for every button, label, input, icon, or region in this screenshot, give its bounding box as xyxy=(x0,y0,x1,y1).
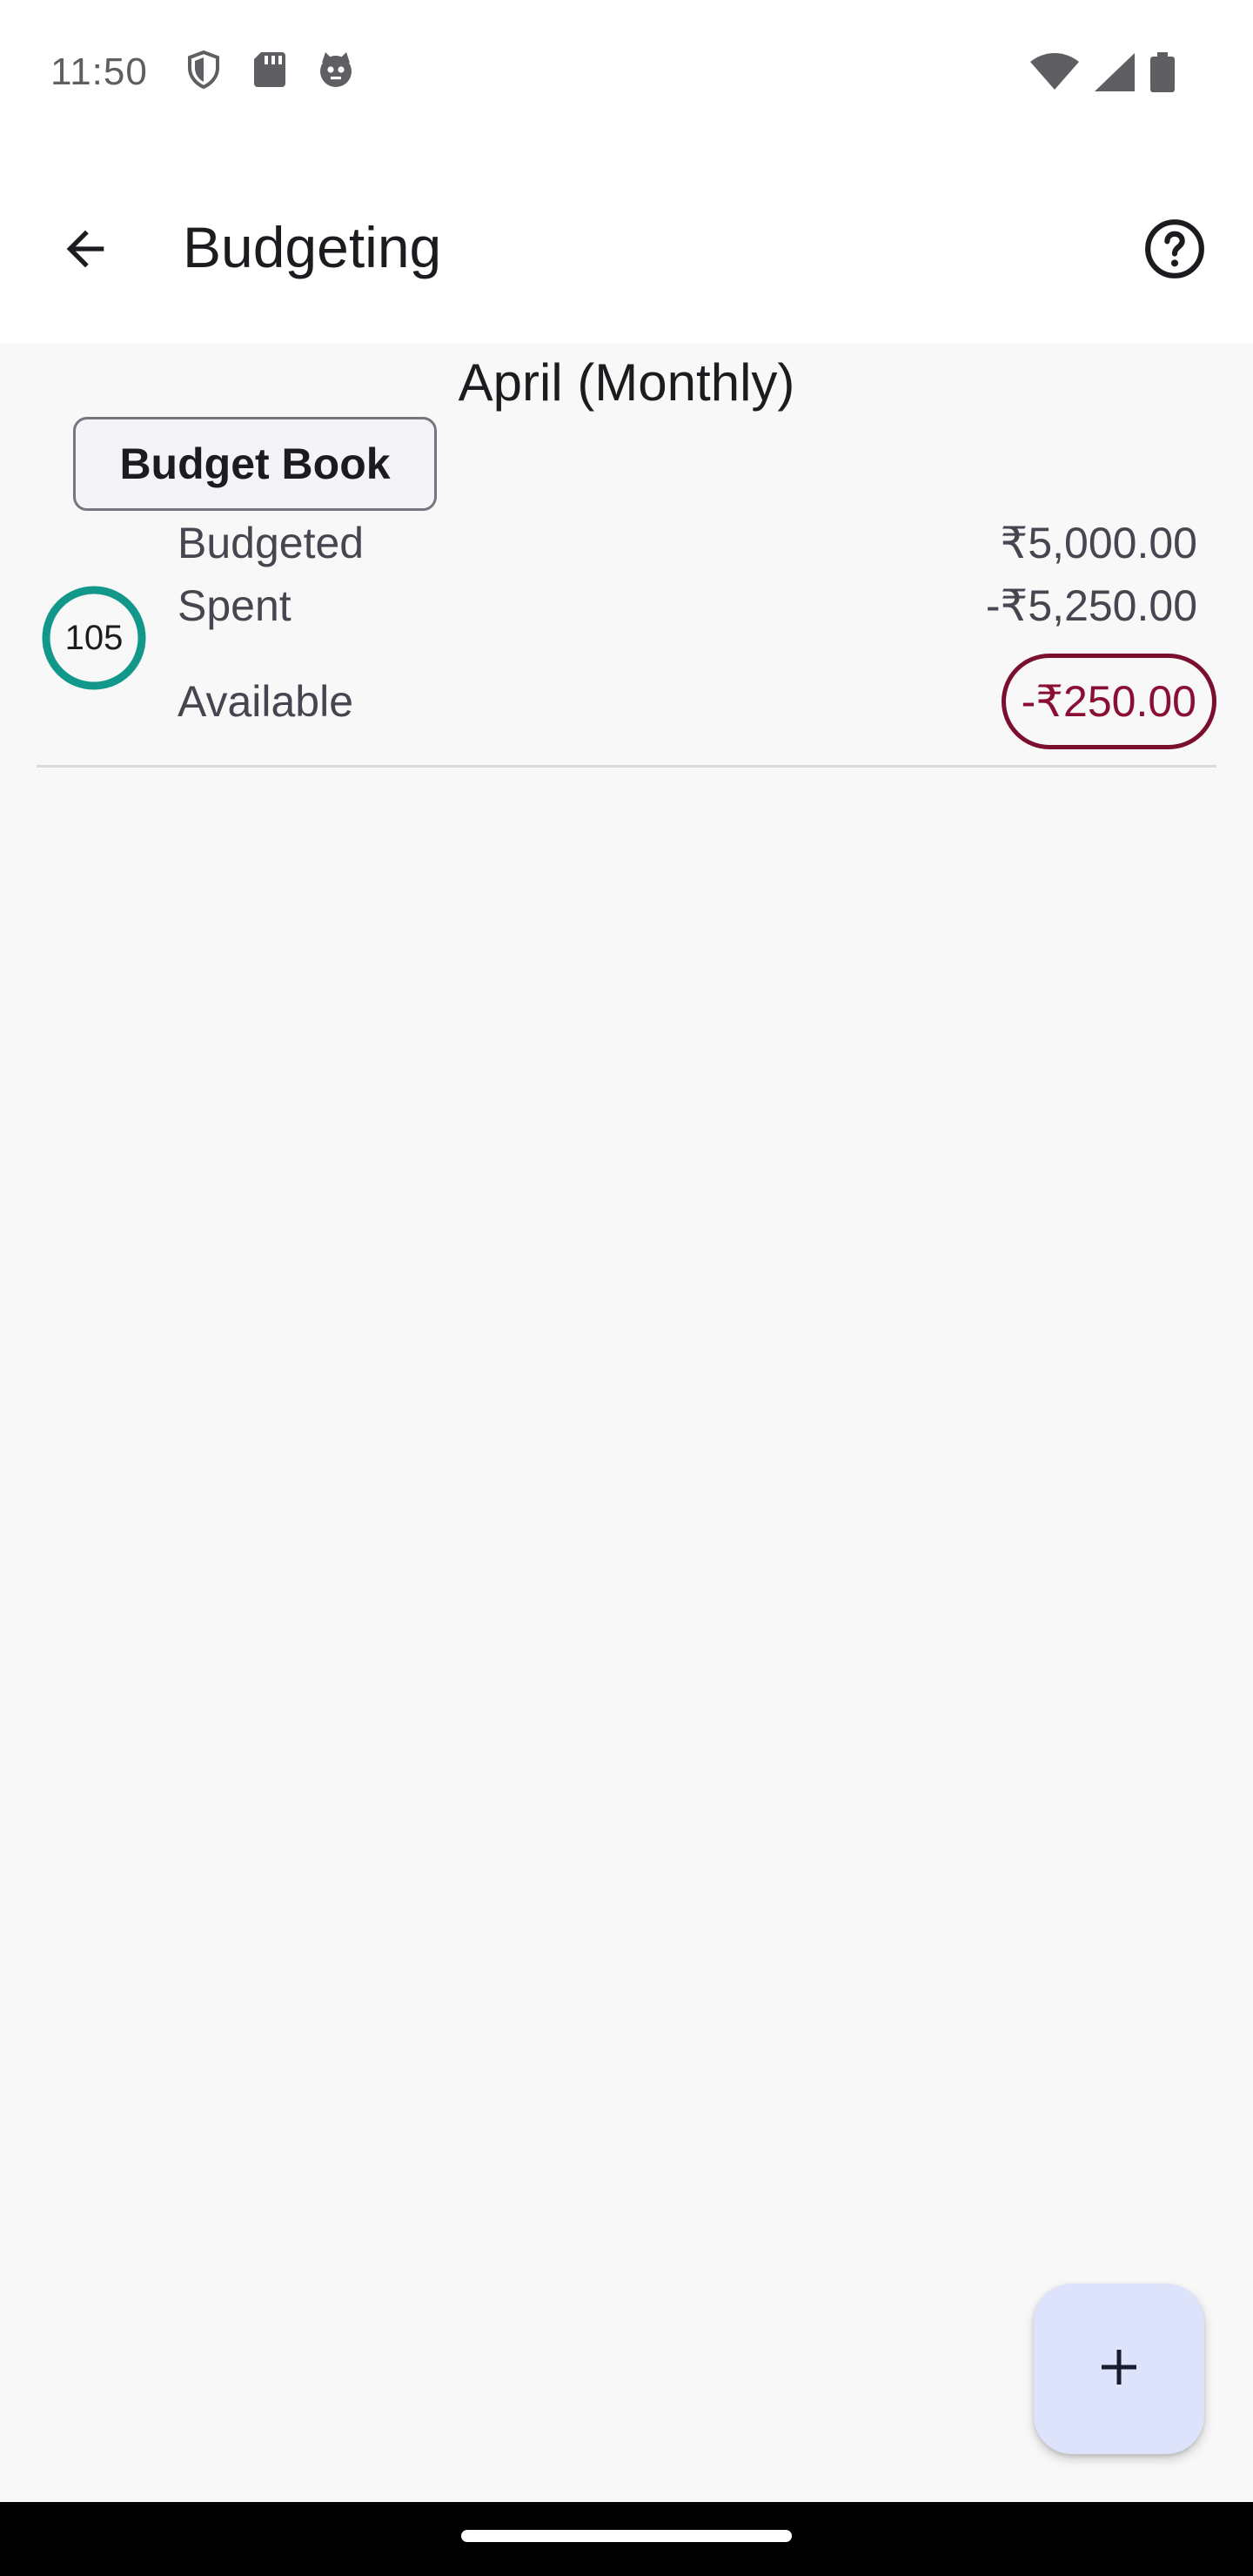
budgeted-value: ₹5,000.00 xyxy=(1000,519,1197,567)
budget-progress-percent: 105 xyxy=(64,618,124,657)
help-circle-icon xyxy=(1142,217,1207,285)
add-budget-button[interactable] xyxy=(1034,2284,1204,2454)
budget-book-chip[interactable]: Budget Book xyxy=(73,417,437,511)
back-button[interactable] xyxy=(44,209,127,292)
home-gesture-handle[interactable] xyxy=(461,2530,792,2542)
spent-value: -₹5,250.00 xyxy=(985,581,1197,630)
app-bar: Budgeting xyxy=(0,148,1253,344)
available-label: Available xyxy=(178,677,354,726)
status-bar: 11:50 xyxy=(0,0,1253,148)
sd-card-icon xyxy=(251,49,289,95)
help-button[interactable] xyxy=(1131,207,1218,294)
status-icons-right xyxy=(1030,52,1175,97)
divider xyxy=(37,765,1216,768)
shield-icon xyxy=(183,49,224,95)
wifi-icon xyxy=(1030,53,1079,96)
system-nav-bar xyxy=(0,2502,1253,2576)
cellular-signal-icon xyxy=(1095,53,1135,96)
battery-icon xyxy=(1150,52,1175,97)
cat-face-icon xyxy=(315,49,357,95)
plus-icon xyxy=(1093,2341,1145,2398)
page-title: Budgeting xyxy=(183,215,442,279)
available-value-badge: -₹250.00 xyxy=(1001,654,1216,749)
period-title: April (Monthly) xyxy=(458,353,795,412)
status-time: 11:50 xyxy=(50,50,148,93)
arrow-back-icon xyxy=(57,221,113,281)
budget-content: April (Monthly) Budget Book 105 Budgeted… xyxy=(0,344,1253,2502)
budgeted-label: Budgeted xyxy=(178,519,365,567)
spent-label: Spent xyxy=(178,581,291,630)
status-icons-left xyxy=(183,49,357,95)
